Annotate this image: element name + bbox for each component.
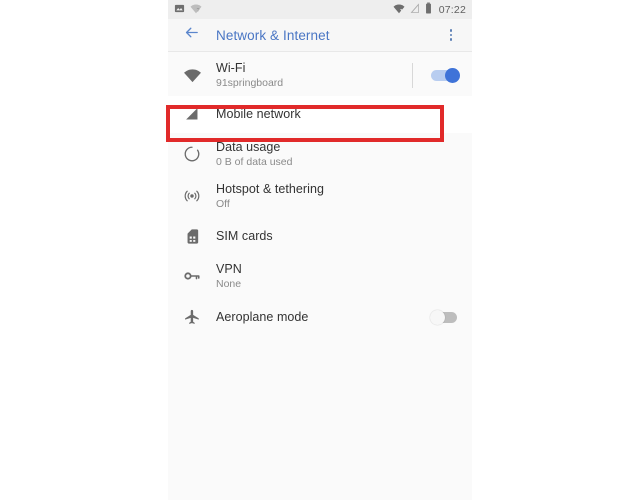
- settings-row-vpn[interactable]: VPN None: [168, 255, 472, 297]
- settings-row-sim-cards[interactable]: SIM cards: [168, 217, 472, 255]
- settings-list: Wi-Fi 91springboard Mobile network Data …: [168, 52, 472, 500]
- settings-row-subtitle: Off: [216, 197, 230, 210]
- svg-text:?: ?: [197, 8, 200, 14]
- more-vert-icon-dot: [449, 38, 453, 41]
- status-bar-clock: 07:22: [438, 3, 466, 16]
- settings-row-text: VPN None: [216, 262, 460, 291]
- screenshot-icon: [174, 1, 185, 19]
- aeroplane-mode-toggle[interactable]: [430, 308, 460, 326]
- wifi-off-icon: [393, 1, 405, 19]
- wifi-question-icon: ?: [190, 1, 202, 19]
- settings-row-wifi[interactable]: Wi-Fi 91springboard: [168, 54, 472, 96]
- settings-row-hotspot-tethering[interactable]: Hotspot & tethering Off: [168, 175, 472, 217]
- settings-row-title: Mobile network: [216, 107, 301, 121]
- settings-row-mobile-network[interactable]: Mobile network: [168, 96, 472, 133]
- settings-row-text: Data usage 0 B of data used: [216, 140, 460, 169]
- settings-row-text: Wi-Fi 91springboard: [216, 61, 412, 90]
- wifi-icon: [168, 66, 216, 85]
- toggle-thumb: [445, 68, 460, 83]
- settings-row-title: VPN: [216, 261, 242, 276]
- page-title: Network & Internet: [216, 27, 330, 43]
- wifi-toggle[interactable]: [430, 66, 460, 84]
- toggle-thumb: [430, 310, 445, 325]
- settings-row-subtitle: 91springboard: [216, 76, 284, 89]
- settings-row-text: Aeroplane mode: [216, 310, 430, 325]
- status-bar-system-icons: 07:22: [393, 1, 466, 19]
- status-bar: ? 07:22: [168, 0, 472, 19]
- overflow-menu-button[interactable]: [440, 24, 462, 46]
- settings-row-text: SIM cards: [216, 229, 460, 244]
- signal-off-icon: [410, 1, 420, 19]
- more-vert-icon-dot: [449, 33, 453, 37]
- settings-row-title: Aeroplane mode: [216, 309, 309, 324]
- status-bar-notifications: ?: [174, 1, 393, 19]
- settings-row-text: Hotspot & tethering Off: [216, 182, 460, 211]
- airplane-icon: [168, 308, 216, 326]
- app-toolbar: Network & Internet: [168, 19, 472, 52]
- row-divider: [412, 62, 413, 88]
- settings-row-subtitle: None: [216, 277, 242, 290]
- battery-icon: [425, 1, 432, 19]
- settings-row-trailing: [430, 308, 460, 326]
- vpn-key-icon: [168, 267, 216, 285]
- settings-row-text: Mobile network: [216, 107, 460, 122]
- settings-row-title: Wi-Fi: [216, 60, 246, 75]
- settings-row-aeroplane-mode[interactable]: Aeroplane mode: [168, 297, 472, 337]
- settings-row-data-usage[interactable]: Data usage 0 B of data used: [168, 133, 472, 175]
- settings-row-title: Data usage: [216, 139, 281, 154]
- hotspot-icon: [168, 187, 216, 205]
- back-arrow-icon: [183, 24, 200, 46]
- phone-screen: ? 07:22 Network & Internet Wi-Fi 91sprin…: [168, 0, 472, 500]
- settings-row-title: SIM cards: [216, 228, 273, 243]
- settings-row-subtitle: 0 B of data used: [216, 155, 293, 168]
- data-usage-icon: [168, 145, 216, 163]
- settings-row-title: Hotspot & tethering: [216, 181, 324, 196]
- back-button[interactable]: [180, 24, 202, 46]
- signal-cellular-icon: [168, 106, 216, 123]
- sim-card-icon: [168, 228, 216, 245]
- more-vert-icon-dot: [449, 29, 453, 32]
- settings-row-trailing: [412, 62, 460, 88]
